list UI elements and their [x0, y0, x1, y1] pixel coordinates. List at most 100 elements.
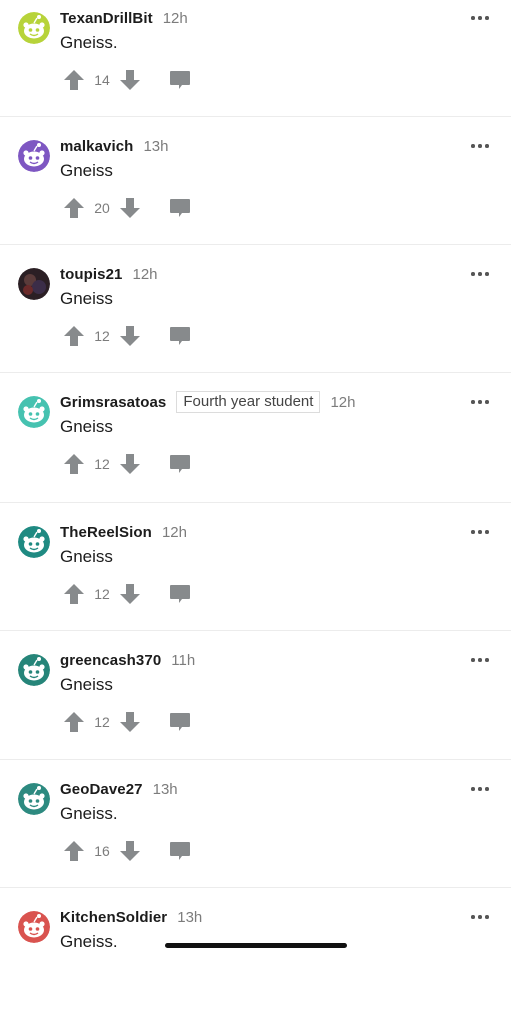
comment-time: 12h	[132, 265, 158, 283]
comment-body: Gneiss.	[60, 932, 118, 951]
more-dots-icon[interactable]	[471, 786, 489, 792]
comment-body: Gneiss	[60, 417, 113, 436]
vote-score: 16	[94, 843, 110, 859]
comment-meta: greencash370 11h	[60, 650, 195, 670]
vote-score: 12	[94, 328, 110, 344]
username[interactable]: TheReelSion	[60, 524, 152, 541]
comment-actions: 20	[62, 196, 192, 220]
comment-body: Gneiss	[60, 289, 113, 308]
comment-divider	[0, 630, 511, 631]
arrow-down-icon[interactable]	[118, 452, 142, 476]
comment-bubble-icon[interactable]	[168, 324, 192, 348]
comment-bubble-icon[interactable]	[168, 68, 192, 92]
arrow-up-icon[interactable]	[62, 68, 86, 92]
more-dots-icon[interactable]	[471, 657, 489, 663]
comment-divider	[0, 116, 511, 117]
avatar[interactable]	[18, 783, 50, 815]
vote-score: 12	[94, 586, 110, 602]
comment-item: GeoDave27 13h Gneiss. 16	[0, 771, 511, 899]
comment-meta: GeoDave27 13h	[60, 779, 178, 799]
comment-body: Gneiss.	[60, 33, 118, 52]
comment-divider	[0, 372, 511, 373]
arrow-up-icon[interactable]	[62, 710, 86, 734]
vote-score: 12	[94, 714, 110, 730]
arrow-up-icon[interactable]	[62, 839, 86, 863]
avatar[interactable]	[18, 654, 50, 686]
comment-divider	[0, 502, 511, 503]
comment-time: 12h	[330, 393, 356, 411]
comment-item: greencash370 11h Gneiss 12	[0, 642, 511, 770]
comment-time: 13h	[152, 780, 178, 798]
comment-actions: 14	[62, 68, 192, 92]
more-dots-icon[interactable]	[471, 914, 489, 920]
comment-divider	[0, 244, 511, 245]
comment-body: Gneiss	[60, 547, 113, 566]
avatar[interactable]	[18, 268, 50, 300]
vote-score: 12	[94, 456, 110, 472]
arrow-up-icon[interactable]	[62, 324, 86, 348]
comment-body: Gneiss	[60, 161, 113, 180]
comment-bubble-icon[interactable]	[168, 710, 192, 734]
comment-divider	[0, 759, 511, 760]
comment-body: Gneiss.	[60, 804, 118, 823]
comment-time: 12h	[162, 9, 188, 27]
username[interactable]: GeoDave27	[60, 781, 143, 798]
comment-item: TheReelSion 12h Gneiss 12	[0, 514, 511, 642]
more-dots-icon[interactable]	[471, 399, 489, 405]
comment-meta: Grimsrasatoas Fourth year student 12h	[60, 391, 356, 413]
comment-bubble-icon[interactable]	[168, 839, 192, 863]
comment-body: Gneiss	[60, 675, 113, 694]
comment-actions: 12	[62, 710, 192, 734]
comment-bubble-icon[interactable]	[168, 196, 192, 220]
username[interactable]: TexanDrillBit	[60, 10, 153, 27]
arrow-up-icon[interactable]	[62, 582, 86, 606]
user-flair: Fourth year student	[176, 391, 321, 413]
more-dots-icon[interactable]	[471, 529, 489, 535]
comment-item: Grimsrasatoas Fourth year student 12h Gneis…	[0, 384, 511, 512]
username[interactable]: malkavich	[60, 138, 133, 155]
username[interactable]: greencash370	[60, 652, 161, 669]
arrow-up-icon[interactable]	[62, 452, 86, 476]
comment-item: malkavich 13h Gneiss 20	[0, 128, 511, 256]
comment-meta: toupis21 12h	[60, 264, 158, 284]
comment-bubble-icon[interactable]	[168, 582, 192, 606]
arrow-down-icon[interactable]	[118, 710, 142, 734]
arrow-up-icon[interactable]	[62, 196, 86, 220]
avatar[interactable]	[18, 911, 50, 943]
username[interactable]: toupis21	[60, 266, 122, 283]
comment-item: KitchenSoldier 13h Gneiss.	[0, 899, 511, 1027]
arrow-down-icon[interactable]	[118, 68, 142, 92]
comment-time: 12h	[161, 523, 187, 541]
vote-score: 14	[94, 72, 110, 88]
comment-time: 11h	[171, 651, 196, 669]
comment-actions: 12	[62, 582, 192, 606]
comment-meta: TexanDrillBit 12h	[60, 8, 188, 28]
comment-meta: KitchenSoldier 13h	[60, 907, 202, 927]
avatar[interactable]	[18, 12, 50, 44]
comment-meta: malkavich 13h	[60, 136, 168, 156]
comment-actions: 12	[62, 452, 192, 476]
vote-score: 20	[94, 200, 110, 216]
avatar[interactable]	[18, 140, 50, 172]
avatar[interactable]	[18, 396, 50, 428]
more-dots-icon[interactable]	[471, 143, 489, 149]
comment-divider	[0, 887, 511, 888]
comment-actions: 16	[62, 839, 192, 863]
arrow-down-icon[interactable]	[118, 839, 142, 863]
comment-time: 13h	[143, 137, 169, 155]
comment-time: 13h	[177, 908, 203, 926]
comment-item: toupis21 12h Gneiss 12	[0, 256, 511, 384]
arrow-down-icon[interactable]	[118, 324, 142, 348]
username[interactable]: KitchenSoldier	[60, 909, 167, 926]
home-indicator[interactable]	[165, 943, 347, 948]
more-dots-icon[interactable]	[471, 271, 489, 277]
comment-actions: 12	[62, 324, 192, 348]
comment-item: TexanDrillBit 12h Gneiss. 14	[0, 0, 511, 128]
comment-bubble-icon[interactable]	[168, 452, 192, 476]
username[interactable]: Grimsrasatoas	[60, 394, 166, 411]
arrow-down-icon[interactable]	[118, 582, 142, 606]
comment-meta: TheReelSion 12h	[60, 522, 187, 542]
arrow-down-icon[interactable]	[118, 196, 142, 220]
more-dots-icon[interactable]	[471, 15, 489, 21]
avatar[interactable]	[18, 526, 50, 558]
